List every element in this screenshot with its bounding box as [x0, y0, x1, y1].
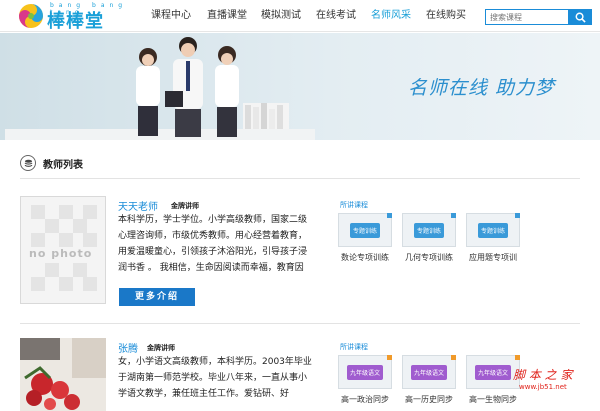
course-thumbnail: 九年级语文 — [466, 355, 520, 389]
nav-online-exam[interactable]: 在线考试 — [308, 0, 364, 32]
course-title: 数论专项训练 — [341, 253, 389, 262]
teacher-name[interactable]: 张腾 — [118, 340, 138, 355]
course-thumb-label: 九年级语文 — [410, 364, 447, 380]
course-list: 九年级语文 高一政治同步 九年级语文 高一历史同步 九年级语文 高一生物同步 — [338, 355, 530, 405]
hero-banner: 名师在线 助力梦 — [0, 33, 600, 140]
course-thumbnail: 九年级语文 — [402, 355, 456, 389]
course-title: 高一历史同步 — [405, 395, 453, 404]
teacher-photo-placeholder: no photo — [20, 196, 106, 304]
course-thumb-label: 专题训练 — [413, 222, 444, 238]
course-thumb-label: 专题训练 — [477, 222, 508, 238]
search-icon — [575, 12, 586, 23]
courses-label: 所讲课程 — [340, 201, 368, 209]
teacher-badge: 金牌讲师 — [147, 344, 175, 352]
course-title: 高一生物同步 — [469, 395, 517, 404]
course-thumbnail: 专题训练 — [466, 213, 520, 247]
no-photo-label: no photo — [29, 247, 93, 260]
teacher-bio: 女，小学语文高级教师，本科学历。2003年毕业于湖南第一师范学校。毕业八年来，一… — [118, 357, 312, 399]
logo-text: 棒棒堂 — [47, 11, 104, 32]
nav-teachers[interactable]: 名师风采 — [364, 0, 418, 32]
search-box — [485, 9, 592, 25]
site-logo[interactable]: bang bang tang 棒棒堂 — [18, 2, 143, 32]
course-thumbnail: 专题训练 — [338, 213, 392, 247]
card-divider — [20, 323, 580, 324]
course-title: 几何专项训练 — [405, 253, 453, 262]
top-header: bang bang tang 棒棒堂 课程中心 直播课堂 模拟测试 在线考试 名… — [0, 0, 600, 32]
main-nav: 课程中心 直播课堂 模拟测试 在线考试 名师风采 在线购买 — [142, 0, 474, 32]
logo-swirl-icon — [19, 4, 43, 28]
course-item[interactable]: 专题训练 数论专项训练 — [338, 213, 392, 263]
search-input[interactable] — [485, 9, 569, 25]
course-title: 高一政治同步 — [341, 395, 389, 404]
section-header: 教师列表 — [20, 154, 83, 172]
nav-online-purchase[interactable]: 在线购买 — [418, 0, 474, 32]
course-list: 专题训练 数论专项训练 专题训练 几何专项训练 专题训练 应用题专项训 — [338, 213, 530, 263]
section-divider — [20, 178, 580, 179]
teacher-badge: 金牌讲师 — [171, 202, 199, 210]
course-thumbnail: 九年级语文 — [338, 355, 392, 389]
more-intro-button[interactable]: 更多介绍 — [119, 288, 195, 306]
courses-label: 所讲课程 — [340, 343, 368, 351]
course-title: 应用题专项训 — [469, 253, 517, 262]
watermark-url: www.jb51.net — [519, 383, 567, 391]
watermark-title: 脚 本 之 家 — [513, 368, 573, 382]
course-item[interactable]: 专题训练 应用题专项训 — [466, 213, 520, 263]
banner-slogan: 名师在线 助力梦 — [408, 77, 556, 99]
nav-course-center[interactable]: 课程中心 — [142, 0, 200, 32]
course-item[interactable]: 九年级语文 高一历史同步 — [402, 355, 456, 405]
nav-live-class[interactable]: 直播课堂 — [200, 0, 254, 32]
teacher-bio: 本科学历，学士学位。小学高级教师，国家二级心理咨询师，市级优秀教师。用心经营着教… — [118, 215, 308, 273]
nav-mock-test[interactable]: 模拟测试 — [254, 0, 308, 32]
course-item[interactable]: 专题训练 几何专项训练 — [402, 213, 456, 263]
search-button[interactable] — [569, 9, 592, 25]
stack-icon — [20, 155, 36, 171]
course-thumb-label: 九年级语文 — [346, 364, 383, 380]
course-thumbnail: 专题训练 — [402, 213, 456, 247]
course-item[interactable]: 九年级语文 高一政治同步 — [338, 355, 392, 405]
teacher-photo — [20, 338, 106, 411]
teacher-name[interactable]: 天天老师 — [118, 198, 158, 213]
site-watermark: 脚 本 之 家 www.jb51.net — [513, 366, 593, 406]
teacher-card: 张腾 金牌讲师 女，小学语文高级教师，本科学历。2003年毕业于湖南第一师范学校… — [20, 338, 580, 411]
course-thumb-label: 九年级语文 — [474, 364, 511, 380]
banner-teachers-photo — [5, 37, 315, 140]
course-item[interactable]: 九年级语文 高一生物同步 — [466, 355, 520, 405]
course-thumb-label: 专题训练 — [349, 222, 380, 238]
section-title: 教师列表 — [43, 159, 83, 171]
teacher-card: no photo 天天老师 金牌讲师 本科学历，学士学位。小学高级教师，国家二级… — [20, 196, 580, 316]
